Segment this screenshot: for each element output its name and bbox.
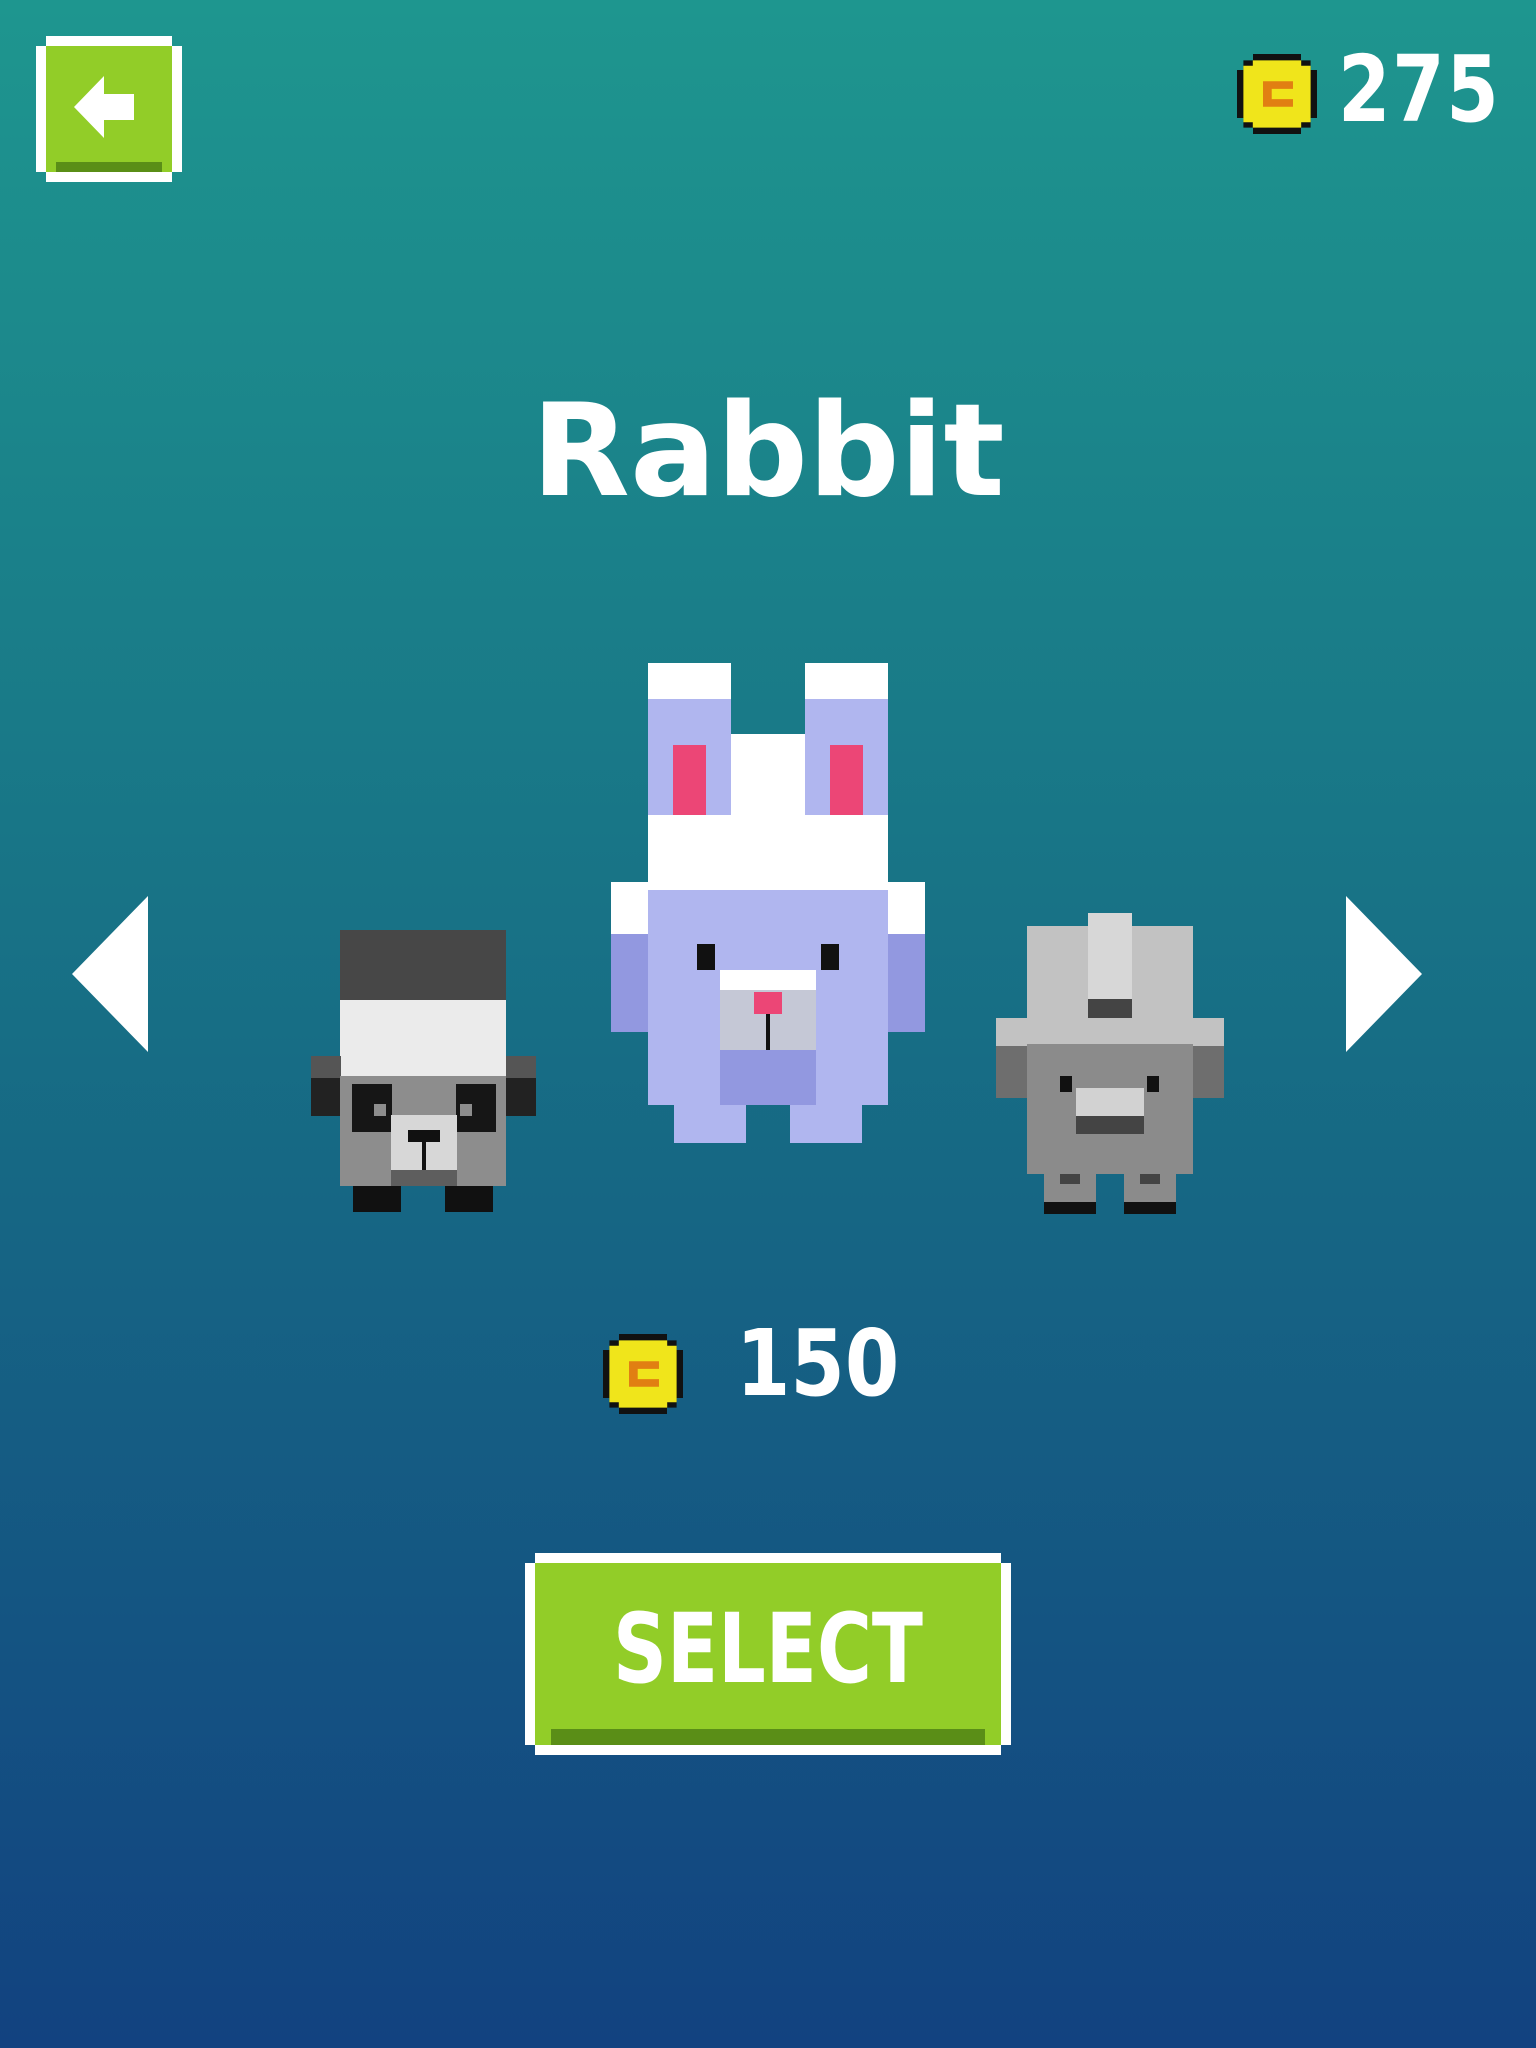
rabbit-foot-left [674,1105,746,1143]
rabbit-inner-ear-left [673,745,706,815]
panda-head-band [340,1000,506,1076]
character-name: Rabbit [531,377,1005,526]
rabbit-arm-left [611,934,649,1032]
rabbit-ear-tip-right [805,663,888,699]
rabbit-arm-top-left [611,882,649,934]
coin-total: 275 [1338,36,1501,143]
next-character-arrow[interactable] [1346,896,1422,1052]
price-coin-icon [603,1334,683,1414]
rabbit-inner-ear-right [830,745,863,815]
rhino-muzzle [1076,1088,1144,1116]
rabbit-eye-right [821,944,839,970]
panda-head-top [340,930,506,1000]
rabbit-eye-left [697,944,715,970]
panda-eye-patch-left [352,1084,392,1132]
rhino-ear-right [1192,1046,1224,1098]
rabbit-head-band [648,815,888,890]
rhino-eye-left [1060,1076,1072,1092]
rabbit-arm-right [887,934,925,1032]
rabbit-ear-tip-left [648,663,731,699]
rabbit-foot-right [790,1105,862,1143]
rabbit-nose [754,992,782,1014]
back-button[interactable] [36,36,182,182]
character-price: 150 [736,1310,900,1417]
previous-character-arrow[interactable] [72,896,148,1052]
rabbit-belly [720,1050,816,1105]
select-button[interactable]: SELECT [525,1553,1011,1755]
panda-foot-left [353,1186,401,1212]
select-button-shadow [551,1729,985,1745]
coin-icon [1237,54,1317,134]
rabbit-head-top [731,734,805,815]
select-button-label: SELECT [613,1593,923,1705]
rhino-ears-band [996,1018,1224,1046]
panda-foot-right [445,1186,493,1212]
rhino-eye-right [1147,1076,1159,1092]
back-button-shadow [56,162,162,172]
rhino-ear-left [996,1046,1028,1098]
panda-nose [408,1130,440,1142]
rabbit-arm-top-right [887,882,925,934]
left-arrow-icon [74,76,134,138]
